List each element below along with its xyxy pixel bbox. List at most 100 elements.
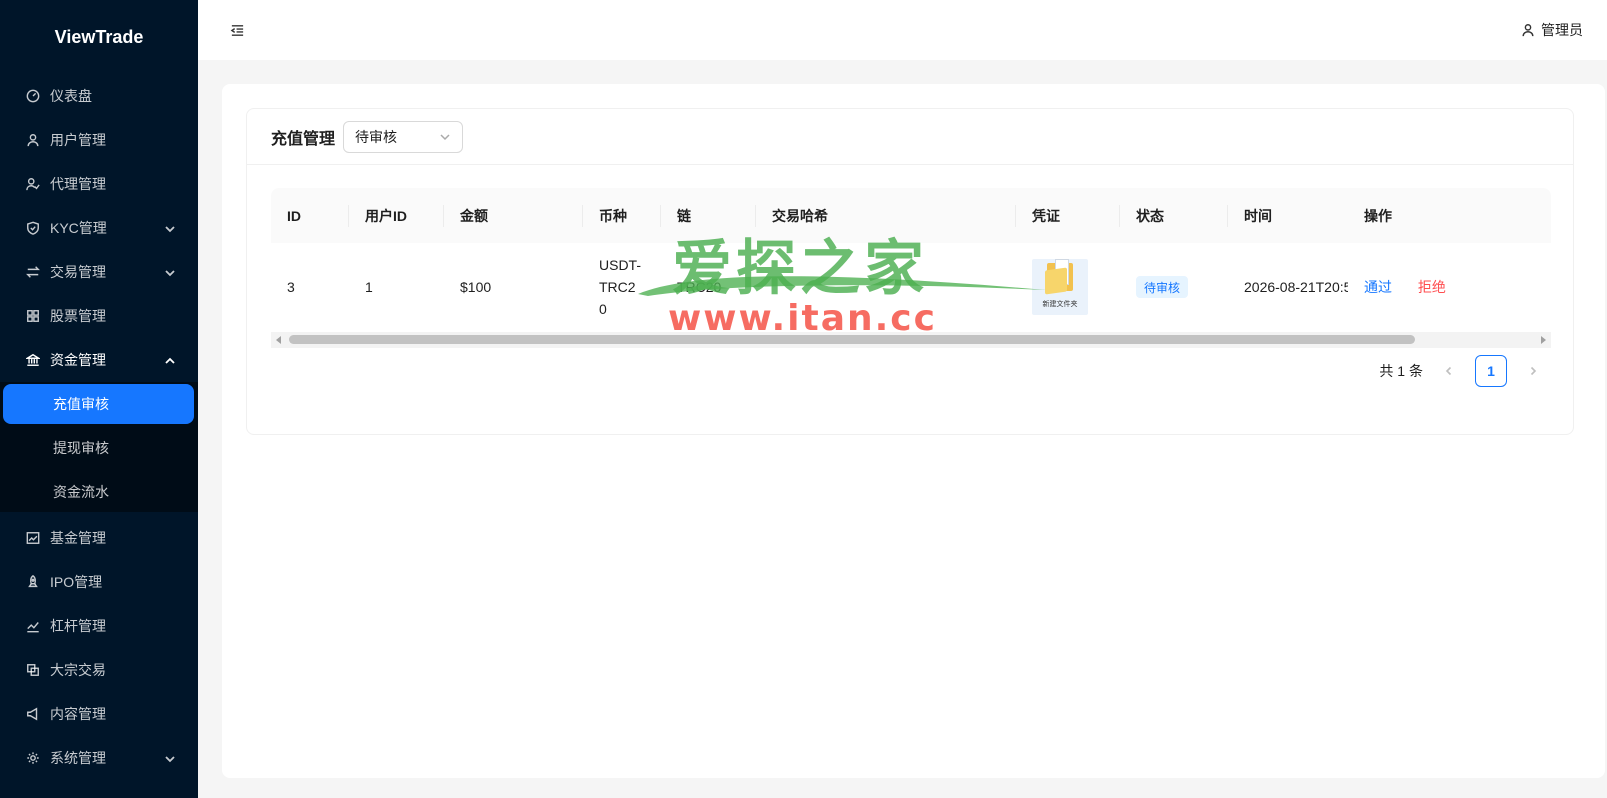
column-header: 凭证 [1016,188,1120,243]
user-name: 管理员 [1541,22,1583,38]
sidebar-item-fund-management[interactable]: 基金管理 [0,516,198,560]
pagination-total: 共 1 条 [1379,363,1423,379]
deposit-table: ID 用户ID 金额 币种 链 交易哈希 凭证 状态 时间 操作 3 1 $10… [271,188,1551,333]
sidebar-item-label: KYC管理 [50,220,107,236]
cell-chain: TRC20 [661,243,756,333]
card-header: 充值管理 待审核 [247,109,1573,165]
status-filter-select[interactable]: 待审核 [343,120,464,153]
sidebar: ViewTrade 仪表盘 用户管理 代理管理 KYC管理 交易管理 股票管理 [0,0,198,798]
status-filter-value: 待审核 [355,128,398,145]
sidebar-menu-bottom: 基金管理 IPO管理 杠杆管理 大宗交易 内容管理 系统管理 [0,516,198,780]
cell-id: 3 [271,243,349,333]
sidebar-item-label: 仪表盘 [50,88,92,104]
column-header: ID [271,188,349,243]
column-header: 操作 [1348,188,1551,243]
scrollbar-thumb[interactable] [289,335,1415,344]
status-badge: 待审核 [1136,276,1189,299]
sidebar-item-leverage[interactable]: 杠杆管理 [0,604,198,648]
column-header: 用户ID [349,188,444,243]
reject-link[interactable]: 拒绝 [1418,279,1446,295]
top-header: 管理员 [198,0,1607,60]
sidebar-item-content[interactable]: 内容管理 [0,692,198,736]
voucher-image[interactable]: 新建文件夹 [1032,259,1088,316]
scroll-left-icon[interactable] [276,336,281,344]
swap-icon [25,264,41,280]
page-title: 充值管理 [271,130,336,148]
column-header: 币种 [583,188,661,243]
sidebar-item-dashboard[interactable]: 仪表盘 [0,74,198,118]
scroll-right-icon[interactable] [1541,336,1546,344]
sidebar-item-deposit-review[interactable]: 充值审核 [3,384,194,424]
sidebar-item-label: 资金管理 [50,352,106,368]
sidebar-item-agents[interactable]: 代理管理 [0,162,198,206]
table-row: 3 1 $100 USDT-TRC20 TRC20 新建文件夹 待审核 2026… [271,243,1551,333]
chevron-up-icon [164,354,176,366]
approve-link[interactable]: 通过 [1364,279,1392,295]
sidebar-item-ipo[interactable]: IPO管理 [0,560,198,604]
sidebar-item-label: 杠杆管理 [50,618,106,634]
user-icon [1522,24,1534,37]
stock-chart-icon [25,618,41,634]
sidebar-item-users[interactable]: 用户管理 [0,118,198,162]
column-header: 金额 [444,188,583,243]
agent-icon [25,176,41,192]
sidebar-item-label: 系统管理 [50,750,106,766]
sidebar-item-label: 代理管理 [50,176,106,192]
chevron-down-icon [440,133,450,140]
main-content: 充值管理 待审核 ID 用户ID 金额 币种 链 交易哈希 凭证 状态 时间 操… [222,84,1605,778]
user-icon [25,132,41,148]
sidebar-item-label: 交易管理 [50,264,106,280]
cell-voucher: 新建文件夹 [1016,243,1120,333]
block-icon [25,662,41,678]
brand-logo[interactable]: ViewTrade [0,0,198,74]
chevron-down-icon [164,222,176,234]
sidebar-item-label: IPO管理 [50,574,103,590]
page-button-current[interactable]: 1 [1475,355,1507,387]
column-header: 状态 [1120,188,1228,243]
column-header: 交易哈希 [756,188,1016,243]
chevron-down-icon [164,752,176,764]
folder-icon [1045,259,1075,295]
sidebar-item-label: 内容管理 [50,706,106,722]
prev-page-button[interactable] [1433,355,1465,387]
sidebar-item-label: 用户管理 [50,132,106,148]
cell-currency: USDT-TRC20 [583,243,661,333]
sidebar-item-block-trade[interactable]: 大宗交易 [0,648,198,692]
sidebar-item-funds[interactable]: 资金管理 [0,338,198,382]
voucher-caption: 新建文件夹 [1042,300,1078,309]
funds-submenu: 充值审核 提现审核 资金流水 [0,382,198,512]
cell-status: 待审核 [1120,243,1228,333]
sidebar-item-label: 股票管理 [50,308,106,324]
cell-actions: 通过 拒绝 [1348,243,1551,333]
next-page-button[interactable] [1517,355,1549,387]
shield-icon [25,220,41,236]
sidebar-item-trading[interactable]: 交易管理 [0,250,198,294]
sidebar-item-label: 大宗交易 [50,662,106,678]
horizontal-scrollbar[interactable] [271,332,1551,348]
sidebar-item-stocks[interactable]: 股票管理 [0,294,198,338]
cell-amount: $100 [444,243,583,333]
deposit-card: 充值管理 待审核 ID 用户ID 金额 币种 链 交易哈希 凭证 状态 时间 操… [246,108,1574,435]
grid-icon [25,308,41,324]
cell-user-id: 1 [349,243,444,333]
column-header: 链 [661,188,756,243]
sidebar-item-label: 基金管理 [50,530,106,546]
setting-icon [25,750,41,766]
notification-icon [25,706,41,722]
column-header: 时间 [1228,188,1348,243]
fund-chart-icon [25,530,41,546]
sidebar-item-system[interactable]: 系统管理 [0,736,198,780]
cell-tx-hash [756,243,1016,333]
sidebar-menu: 仪表盘 用户管理 代理管理 KYC管理 交易管理 股票管理 资金管理 [0,74,198,382]
sidebar-item-withdraw-review[interactable]: 提现审核 [3,428,194,468]
sidebar-item-kyc[interactable]: KYC管理 [0,206,198,250]
cell-time: 2026-08-21T20:5 [1228,243,1348,333]
chevron-down-icon [164,266,176,278]
sidebar-item-fund-flow[interactable]: 资金流水 [3,472,194,512]
rocket-icon [25,574,41,590]
menu-fold-icon[interactable] [228,21,246,39]
user-menu[interactable]: 管理员 [1521,20,1583,40]
table-header-row: ID 用户ID 金额 币种 链 交易哈希 凭证 状态 时间 操作 [271,188,1551,243]
bank-icon [25,352,41,368]
dashboard-icon [25,88,41,104]
